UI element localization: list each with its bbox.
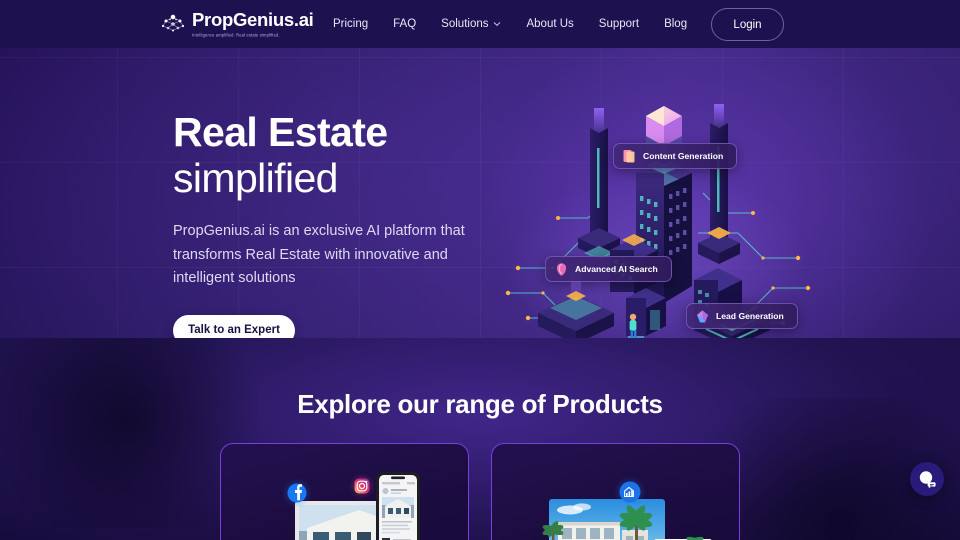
property-analytics-icon <box>619 481 641 503</box>
products-section <box>0 338 960 540</box>
hero-section: Real Estate simplified PropGenius.ai is … <box>0 48 960 338</box>
isometric-ai-city-illustration <box>505 104 811 338</box>
nav-label: Pricing <box>333 18 369 30</box>
property-photo-gallery-preview <box>542 476 712 540</box>
facebook-icon <box>287 483 307 503</box>
logo[interactable]: PropGenius.ai Intelligence amplified. Re… <box>160 9 314 38</box>
hero-title-line1: Real Estate <box>173 109 388 155</box>
badge-content-generation[interactable]: Content Generation <box>613 143 738 169</box>
facebook-instagram-property-listing-preview <box>282 472 420 540</box>
nav-label: Support <box>598 18 640 30</box>
nav-label: About Us <box>526 18 574 30</box>
nav-item-solutions[interactable]: Solutions <box>441 18 501 30</box>
badge-label: Lead Generation <box>716 311 784 321</box>
gem-icon <box>697 310 708 322</box>
site-header: PropGenius.ai Intelligence amplified. Re… <box>0 0 960 48</box>
badge-label: Content Generation <box>643 151 724 161</box>
hero-title: Real Estate simplified <box>173 110 533 202</box>
nav-label: FAQ <box>393 18 417 30</box>
nav-label: Solutions <box>441 18 489 30</box>
login-button[interactable]: Login <box>711 8 784 41</box>
main-navigation: Pricing FAQ Solutions About Us Support B… <box>333 0 687 48</box>
chat-bubble-icon <box>919 471 936 489</box>
nav-item-pricing[interactable]: Pricing <box>333 18 368 30</box>
network-nodes-icon <box>161 14 185 32</box>
hero-title-line2: simplified <box>173 155 338 201</box>
product-card-property-listing[interactable] <box>491 443 740 540</box>
hero-content: Real Estate simplified PropGenius.ai is … <box>173 110 533 338</box>
logo-tagline: Intelligence amplified. Real estate simp… <box>192 31 280 38</box>
badge-advanced-ai-search[interactable]: Advanced AI Search <box>545 256 672 282</box>
nav-label: Blog <box>664 18 688 30</box>
products-heading: Explore our range of Products <box>297 389 663 419</box>
nav-item-about-us[interactable]: About Us <box>526 18 573 30</box>
document-stack-icon <box>623 149 635 162</box>
hero-subtitle: PropGenius.ai is an exclusive AI platfor… <box>173 223 465 286</box>
product-card-social-media-marketing[interactable] <box>220 443 469 540</box>
chat-widget-button[interactable] <box>910 462 944 496</box>
talk-to-expert-button[interactable]: Talk to an Expert <box>173 314 295 338</box>
nav-item-support[interactable]: Support <box>599 18 639 30</box>
nav-item-faq[interactable]: FAQ <box>393 18 416 30</box>
brain-icon <box>556 262 567 276</box>
landing-page: PropGenius.ai Intelligence amplified. Re… <box>0 0 960 540</box>
chevron-down-icon <box>494 22 501 27</box>
badge-label: Advanced AI Search <box>575 264 658 274</box>
instagram-icon <box>354 478 370 494</box>
logo-title: PropGenius.ai <box>192 9 314 30</box>
badge-lead-generation[interactable]: Lead Generation <box>686 303 798 329</box>
nav-item-blog[interactable]: Blog <box>664 18 687 30</box>
